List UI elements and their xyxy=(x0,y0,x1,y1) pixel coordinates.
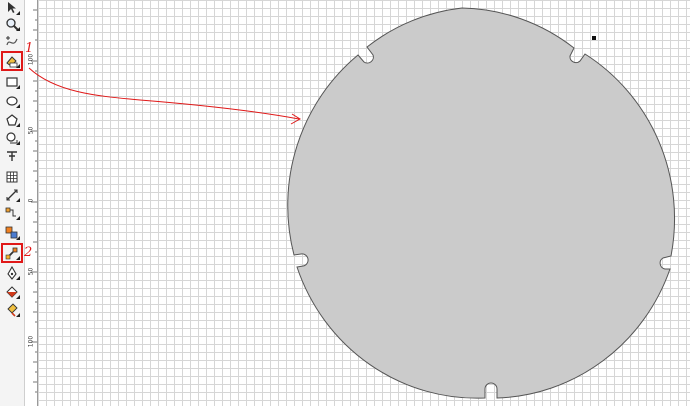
annotation-marker-1: 1 xyxy=(25,41,34,56)
ruler-label: 50 xyxy=(27,267,35,276)
toolbox xyxy=(0,0,25,406)
ruler-label: 50 xyxy=(27,126,35,135)
flyout-indicator xyxy=(16,27,20,31)
annotation-marker-2: 2 xyxy=(24,245,33,260)
flyout-indicator xyxy=(16,236,20,240)
flyout-indicator xyxy=(16,198,20,202)
vertical-ruler[interactable]: 100 50 0 50 100 xyxy=(25,0,38,406)
freehand-icon xyxy=(6,36,18,46)
smart-fill-tool-button[interactable] xyxy=(1,51,23,71)
flyout-indicator xyxy=(16,216,20,220)
rectangle-tool-button[interactable] xyxy=(3,74,21,90)
eyedropper-tool-button[interactable] xyxy=(1,243,23,263)
ruler-label: 100 xyxy=(27,335,35,348)
pick-tool-button[interactable] xyxy=(3,0,21,16)
polygon-tool-button[interactable] xyxy=(3,112,21,128)
flyout-indicator xyxy=(16,276,20,280)
fill-tool-button[interactable] xyxy=(3,284,21,300)
flyout-indicator xyxy=(16,85,20,89)
text-icon xyxy=(7,151,17,161)
table-tool-button[interactable] xyxy=(3,169,21,185)
outline-pen-tool-button[interactable] xyxy=(3,265,21,281)
flyout-indicator xyxy=(16,256,20,260)
zoom-tool-button[interactable] xyxy=(3,16,21,32)
connector-tool-button[interactable] xyxy=(3,205,21,221)
flyout-indicator xyxy=(16,104,20,108)
table-icon xyxy=(6,171,18,183)
ruler-label: 0 xyxy=(27,198,35,203)
freehand-tool-button[interactable] xyxy=(3,34,21,50)
flyout-indicator xyxy=(16,295,20,299)
flyout-indicator xyxy=(16,141,20,145)
flyout-indicator xyxy=(16,313,20,317)
interactive-fill-tool-button[interactable] xyxy=(3,302,21,318)
ellipse-tool-button[interactable] xyxy=(3,93,21,109)
flyout-indicator xyxy=(16,11,20,15)
text-tool-button[interactable] xyxy=(3,148,21,164)
flyout-indicator xyxy=(16,64,20,68)
selection-handle[interactable] xyxy=(592,36,596,40)
basic-shapes-tool-button[interactable] xyxy=(3,130,21,146)
dimension-tool-button[interactable] xyxy=(3,187,21,203)
flyout-indicator xyxy=(16,123,20,127)
blend-tool-button[interactable] xyxy=(3,225,21,241)
